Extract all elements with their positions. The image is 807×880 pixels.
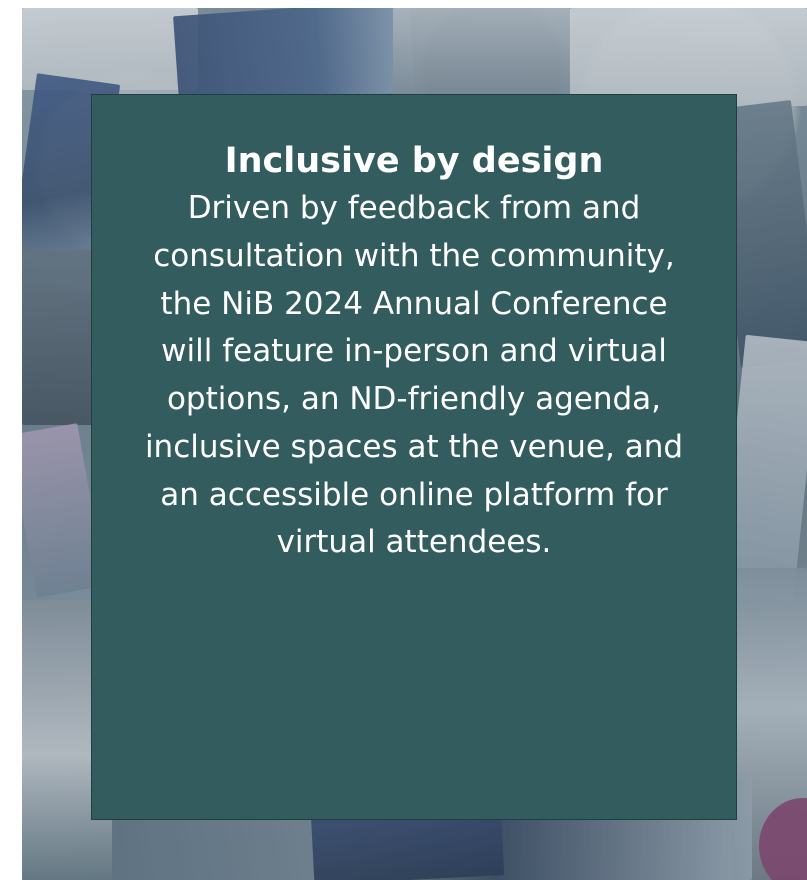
card-title: Inclusive by design [224, 141, 604, 181]
card-description: Driven by feedback from and consultation… [144, 190, 684, 561]
promo-canvas: Inclusive by design Driven by feedback f… [0, 0, 807, 880]
inclusive-design-card: Inclusive by design Driven by feedback f… [91, 94, 737, 820]
